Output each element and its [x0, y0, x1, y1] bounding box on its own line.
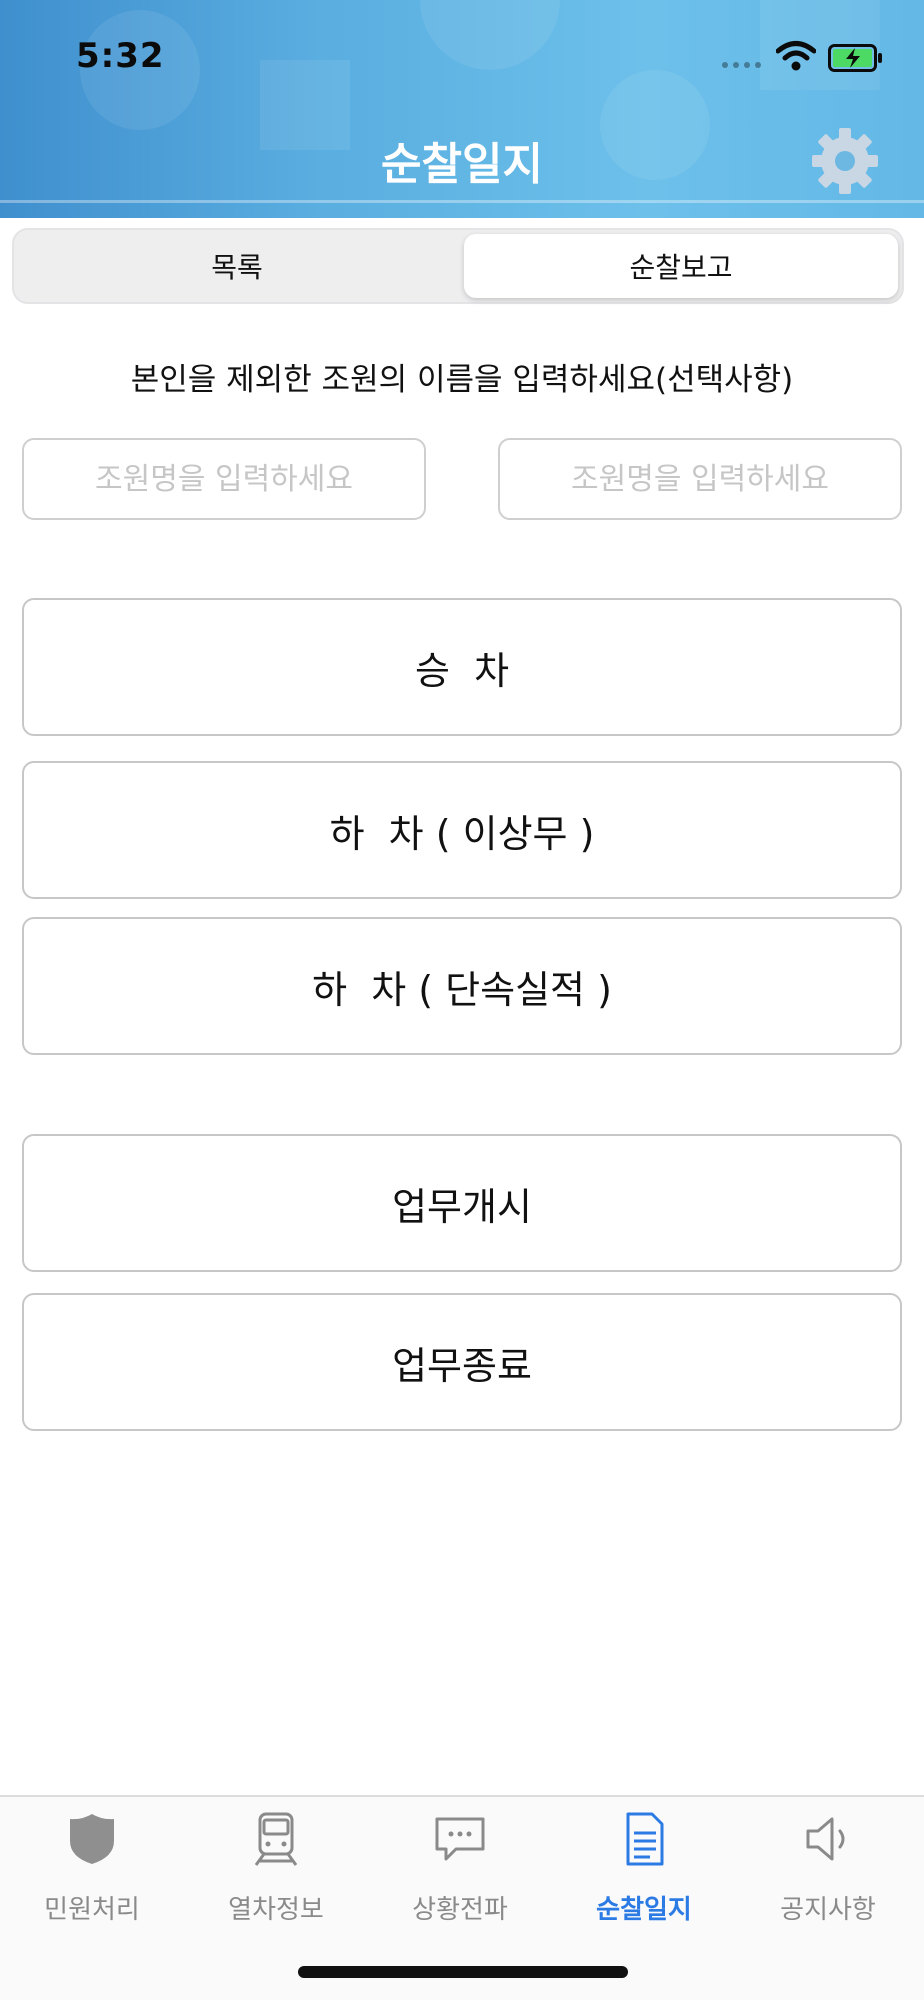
tab-patrol-log[interactable]: 순찰일지 [552, 1811, 736, 1931]
tab-patrol-report[interactable]: 순찰보고 [464, 234, 898, 298]
tab-list[interactable]: 목록 [20, 234, 454, 298]
tab-label: 순찰일지 [596, 1895, 692, 1925]
speaker-icon [806, 1817, 845, 1861]
alight-normal-button[interactable]: 하 차 ( 이상무 ) [22, 761, 902, 899]
page-title: 순찰일지 [381, 139, 543, 190]
member-instruction-text: 본인을 제외한 조원의 이름을 입력하세요(선택사항) [130, 362, 794, 398]
tab-label: 공지사항 [780, 1895, 876, 1925]
work-start-button[interactable]: 업무개시 [22, 1134, 902, 1272]
gear-icon[interactable] [808, 124, 882, 198]
tab-label: 상황전파 [412, 1895, 508, 1925]
alight-enforcement-button[interactable]: 하 차 ( 단속실적 ) [22, 917, 902, 1055]
tab-complaints[interactable]: 민원처리 [0, 1811, 184, 1931]
chat-bubble-icon [435, 1817, 485, 1861]
tab-label: 열차정보 [228, 1895, 324, 1925]
header-divider [0, 200, 924, 203]
shield-icon [70, 1814, 114, 1864]
member-name-input-2[interactable] [498, 438, 902, 520]
train-icon [254, 1812, 298, 1866]
header-decoration [420, 0, 560, 70]
tab-situation-broadcast[interactable]: 상황전파 [368, 1811, 552, 1931]
document-icon [626, 1812, 664, 1866]
wifi-icon [776, 41, 816, 71]
status-time: 5:32 [76, 36, 165, 76]
tab-notices[interactable]: 공지사항 [736, 1811, 920, 1931]
cellular-signal-icon [722, 62, 761, 68]
work-end-button[interactable]: 업무종료 [22, 1293, 902, 1431]
tab-train-info[interactable]: 열차정보 [184, 1811, 368, 1931]
battery-charging-icon [828, 44, 882, 72]
segmented-control: 목록 순찰보고 [12, 228, 904, 304]
tab-label: 민원처리 [44, 1895, 140, 1925]
member-name-input-1[interactable] [22, 438, 426, 520]
board-button[interactable]: 승 차 [22, 598, 902, 736]
app-header: 5:32 순찰일지 [0, 0, 924, 218]
home-indicator [298, 1966, 628, 1978]
